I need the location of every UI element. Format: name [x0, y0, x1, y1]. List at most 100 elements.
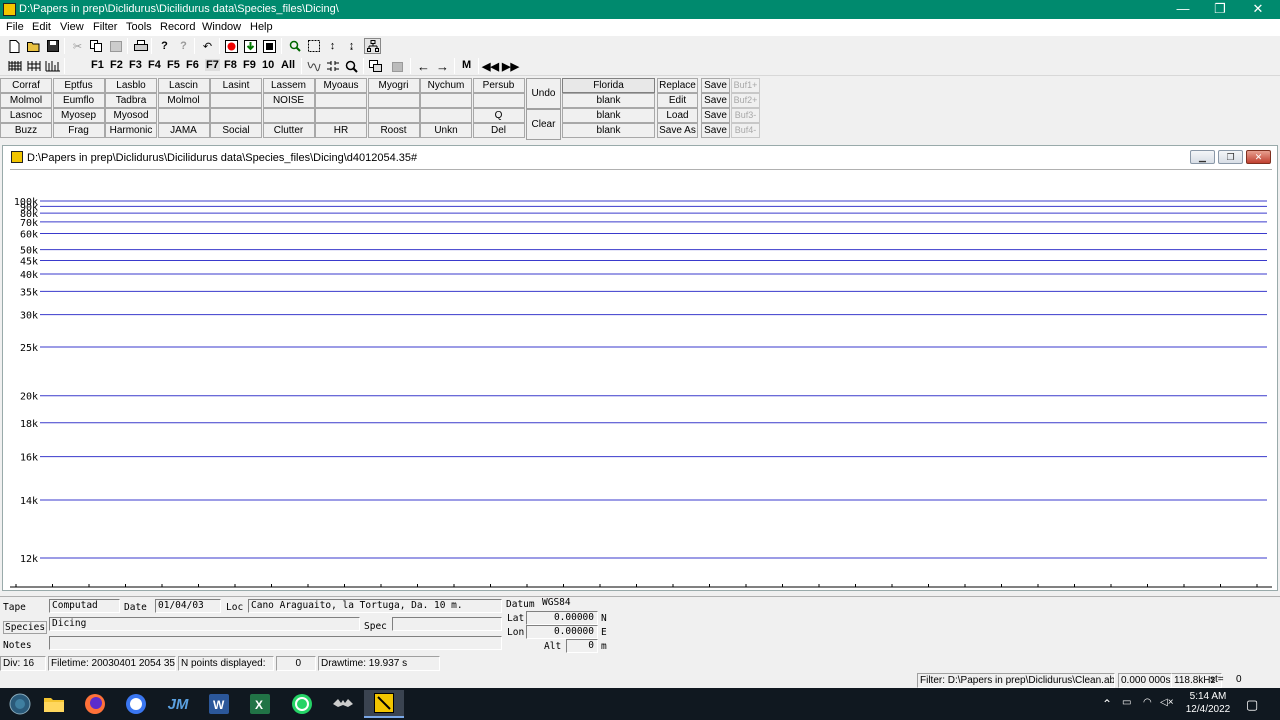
close-button[interactable]: ✕ [1240, 0, 1276, 19]
save-button-4[interactable]: Save [701, 123, 730, 138]
species-button[interactable]: Roost [367, 123, 420, 138]
species-button[interactable]: Eptfus [52, 78, 105, 93]
location-field[interactable]: Cano Araguaito, la Tortuga, Da. 10 m. [248, 599, 502, 613]
species-button[interactable]: Frag [52, 123, 105, 138]
window-copy-icon[interactable] [367, 58, 384, 74]
notification-icon[interactable]: ▢ [1246, 697, 1258, 713]
date-field[interactable]: 01/04/03 [155, 599, 221, 613]
f5-button[interactable]: F5 [167, 59, 180, 71]
cut-icon[interactable]: ✂ [69, 38, 86, 54]
copy-icon[interactable] [88, 38, 105, 54]
species-button[interactable]: HR [315, 123, 367, 138]
f2-button[interactable]: F2 [110, 59, 123, 71]
file-slot-1[interactable]: Florida [562, 78, 655, 93]
f4-button[interactable]: F4 [148, 59, 161, 71]
species-button[interactable]: Lascin [157, 78, 210, 93]
f3-button[interactable]: F3 [129, 59, 142, 71]
species-button[interactable]: Lasblo [105, 78, 157, 93]
spectrogram-plot[interactable]: 100k 90k 80k 70k 60k 50k 45k 40k 35k 30k 25k 20k 18k… [10, 169, 1272, 589]
f1-button[interactable]: F1 [91, 59, 104, 71]
longitude-field[interactable]: 0.00000 [526, 625, 598, 639]
grid-view-alt-icon[interactable] [25, 58, 42, 74]
zoom-icon[interactable] [286, 38, 303, 54]
waveform-icon[interactable] [305, 58, 322, 74]
load-button[interactable]: Load [657, 108, 698, 123]
species-button[interactable]: Myoaus [315, 78, 367, 93]
magnify-icon[interactable] [343, 58, 360, 74]
species-button[interactable]: Eumflo [52, 93, 105, 108]
species-button[interactable] [157, 108, 210, 123]
f6-button[interactable]: F6 [186, 59, 199, 71]
save-button-1[interactable]: Save [701, 78, 730, 93]
m-button[interactable]: M [462, 59, 471, 71]
stack-icon[interactable] [390, 58, 407, 74]
species-button[interactable] [420, 108, 472, 123]
spec-field[interactable] [392, 617, 502, 631]
species-button[interactable]: Molmol [0, 93, 52, 108]
buffer-2-button[interactable]: Buf2+ [731, 93, 760, 108]
help-icon[interactable]: ? [156, 38, 173, 54]
buffer-3-button[interactable]: Buf3- [731, 108, 760, 123]
menu-tools[interactable]: Tools [126, 21, 152, 33]
battery-icon[interactable]: ▭ [1122, 697, 1131, 708]
scale-view-icon[interactable] [44, 58, 61, 74]
context-help-icon[interactable]: ? [175, 38, 192, 54]
paste-icon[interactable] [107, 38, 124, 54]
menu-record[interactable]: Record [160, 21, 195, 33]
species-button[interactable] [367, 93, 420, 108]
network-icon[interactable] [364, 38, 381, 54]
minimize-button[interactable]: — [1165, 0, 1201, 19]
vertical-arrow-icon[interactable]: ↨ [343, 38, 360, 54]
species-button[interactable] [367, 108, 420, 123]
select-region-icon[interactable] [305, 38, 322, 54]
last-file-icon[interactable]: ▶▶ [502, 58, 519, 74]
species-button[interactable]: Q [472, 108, 525, 123]
word-icon[interactable]: W [199, 692, 239, 716]
child-close-button[interactable]: ✕ [1246, 150, 1271, 164]
species-button[interactable]: Corraf [0, 78, 52, 93]
species-button[interactable]: Social [210, 123, 262, 138]
f10-button[interactable]: 10 [262, 59, 274, 71]
child-maximize-button[interactable]: ❐ [1218, 150, 1243, 164]
species-button[interactable]: Lassem [262, 78, 315, 93]
wifi-icon[interactable]: ◠ [1143, 697, 1152, 708]
buffer-1-button[interactable]: Buf1+ [731, 78, 760, 93]
clear-button[interactable]: Clear [526, 109, 561, 140]
grid-view-icon[interactable] [6, 58, 23, 74]
new-file-icon[interactable] [6, 38, 23, 54]
save-as-button[interactable]: Save As [657, 123, 698, 138]
signal-chat-icon[interactable] [116, 692, 156, 716]
menu-edit[interactable]: Edit [32, 21, 51, 33]
species-button[interactable]: Nychum [420, 78, 472, 93]
species-button[interactable] [210, 108, 262, 123]
species-button[interactable]: Myogri [367, 78, 420, 93]
save-button-3[interactable]: Save [701, 108, 730, 123]
analook-app-icon[interactable] [364, 690, 404, 718]
species-button[interactable] [472, 93, 525, 108]
system-clock[interactable]: 5:14 AM 12/4/2022 [1182, 690, 1234, 716]
lat-direction[interactable]: N [601, 613, 607, 624]
file-slot-3[interactable]: blank [562, 108, 655, 123]
edit-button[interactable]: Edit [657, 93, 698, 108]
species-button[interactable]: Harmonic [105, 123, 157, 138]
volume-muted-icon[interactable]: ◁× [1160, 697, 1174, 708]
altitude-field[interactable]: 0 [566, 639, 598, 653]
tray-overflow-icon[interactable]: ⌃ [1102, 697, 1112, 711]
f7-button[interactable]: F7 [205, 59, 220, 71]
menu-window[interactable]: Window [202, 21, 241, 33]
species-button[interactable]: Myosod [105, 108, 157, 123]
species-button[interactable]: Tadbra [105, 93, 157, 108]
species-button[interactable]: NOISE [262, 93, 315, 108]
print-icon[interactable] [132, 38, 149, 54]
download-icon[interactable] [242, 38, 259, 54]
menu-view[interactable]: View [60, 21, 84, 33]
all-button[interactable]: All [281, 59, 295, 71]
species-button[interactable]: Persub [472, 78, 525, 93]
expand-vertical-icon[interactable]: ↕ [324, 38, 341, 54]
species-button[interactable] [210, 93, 262, 108]
datum-field[interactable]: WGS84 [540, 597, 610, 611]
species-label-button[interactable]: Species [3, 621, 48, 634]
species-button[interactable] [420, 93, 472, 108]
species-field[interactable]: Dicing [49, 617, 360, 631]
firefox-icon[interactable] [75, 692, 115, 716]
